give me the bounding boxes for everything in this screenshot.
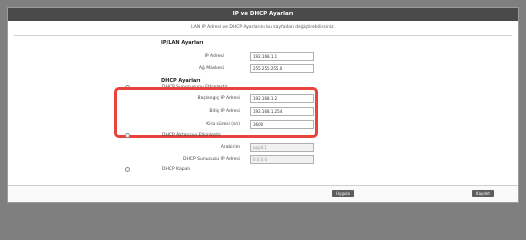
subnet-mask-label: Ağ Maskesi — [198, 66, 224, 71]
footer-bar: Uygula Kaydet — [8, 185, 518, 202]
ip-address-label: IP Adresi — [204, 54, 224, 59]
save-button[interactable]: Kaydet — [472, 190, 494, 197]
relay-interface-input[interactable]: ppp0.1 — [250, 143, 314, 152]
dhcp-disabled-radio[interactable] — [125, 167, 130, 172]
dhcp-disabled-label: DHCP Kapalı — [162, 167, 190, 172]
dhcp-relay-label: DHCP Aktarıcıyı Etkinleştir — [162, 133, 222, 138]
relay-server-ip-input[interactable]: 0.0.0.0 — [250, 155, 314, 164]
relay-server-ip-label: DHCP Sunucusu IP Adresi — [183, 157, 240, 162]
window-title: IP ve DHCP Ayarları — [8, 8, 518, 21]
dhcp-server-highlight — [114, 87, 318, 138]
ip-address-input[interactable]: 192.168.1.1 — [250, 52, 314, 61]
settings-window: IP ve DHCP Ayarları LAN IP Adresi ve DHC… — [7, 7, 519, 203]
dhcp-relay-radio[interactable] — [125, 133, 130, 138]
page-hint: LAN IP Adresi ve DHCP Ayarlarını bu sayf… — [191, 25, 335, 30]
ip-section-title: IP/LAN Ayarları — [161, 40, 204, 46]
apply-button[interactable]: Uygula — [332, 190, 354, 197]
divider — [14, 35, 512, 36]
dhcp-section-title: DHCP Ayarları — [161, 78, 201, 84]
relay-interface-label: Arabirim — [220, 145, 240, 150]
subnet-mask-input[interactable]: 255.255.255.0 — [250, 64, 314, 73]
